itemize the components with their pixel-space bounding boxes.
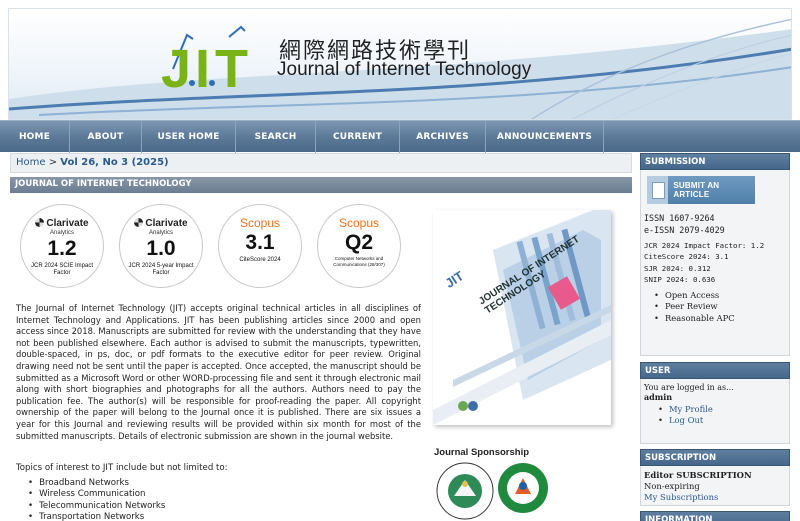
breadcrumb-separator: > [48,157,58,168]
journal-intro-text: The Journal of Internet Technology (JIT)… [16,303,421,441]
journal-cover-image[interactable]: JIT JOURNAL OF INTERNET TECHNOLOGY [433,210,611,425]
list-item: Transportation Networks [28,512,165,521]
user-heading: USER [640,362,790,379]
feature-reasonable-apc: Reasonable APC [654,313,786,324]
subscription-heading: SUBSCRIPTION [640,449,790,466]
metric-citescore: CiteScore 2024: 3.1 [644,252,729,262]
badge-jcr-5year-impact-factor: Clarivate Analytics 1.0 JCR 2024 5-year … [119,204,203,288]
subscription-block: Editor SUBSCRIPTION Non-expiring My Subs… [640,466,790,506]
submission-block: SUBMIT AN ARTICLE ISSN 1607-9264 e-ISSN … [640,170,790,356]
document-icon [647,176,669,204]
svg-text:I: I [195,39,210,93]
metric-badges: Clarivate Analytics 1.2 JCR 2024 SCIE Im… [20,204,420,294]
clarivate-logo-icon [35,218,45,227]
badge-caption: CiteScore 2024 [239,257,281,263]
badge-brand-sub: Analytics [148,230,173,236]
nav-user-home[interactable]: USER HOME [142,121,236,153]
submit-article-button[interactable]: SUBMIT AN ARTICLE [647,176,755,204]
sponsorship-heading: Journal Sponsorship [434,447,530,458]
information-heading: INFORMATION [640,511,790,521]
nav-search[interactable]: SEARCH [236,121,316,153]
nav-home[interactable]: HOME [0,121,70,153]
breadcrumb-current[interactable]: Vol 26, No 3 (2025) [60,157,168,168]
list-item: Telecommunication Networks [28,501,165,512]
feature-peer-review: Peer Review [654,301,786,312]
badge-caption: Computer Networks and Communications (28… [333,256,385,267]
feature-open-access: Open Access [654,290,786,301]
my-subscriptions-link[interactable]: My Subscriptions [644,492,718,502]
issn: ISSN 1607-9264 [644,213,715,223]
log-out-link[interactable]: Log Out [669,415,703,425]
badge-value: 1.2 [47,237,77,260]
sidebar: SUBMISSION SUBMIT AN ARTICLE ISSN 1607-9… [640,153,790,521]
svg-text:T: T [215,39,248,93]
list-item: Broadband Networks [28,478,165,489]
svg-text:J: J [161,39,191,93]
badge-caption: JCR 2024 5-year Impact Factor [128,263,194,277]
features-list: Open Access Peer Review Reasonable APC [654,290,786,324]
submission-heading: SUBMISSION [640,153,790,170]
section-title-bar: JOURNAL OF INTERNET TECHNOLOGY [10,177,632,193]
main-navigation: HOME ABOUT USER HOME SEARCH CURRENT ARCH… [0,120,800,153]
nav-current[interactable]: CURRENT [316,121,400,153]
badge-brand-sub: Analytics [49,230,74,236]
submit-article-label: SUBMIT AN ARTICLE [673,181,720,199]
metrics-list: JCR 2024 Impact Factor: 1.2 CiteScore 20… [644,240,786,285]
topics-list: Broadband Networks Wireless Communicatio… [28,478,165,521]
my-profile-link[interactable]: My Profile [669,404,713,414]
badge-brand: Scopus [239,216,281,230]
jit-logo: J I T [161,25,248,93]
badge-value: Q2 [344,231,373,254]
metric-sjr: SJR 2024: 0.312 [644,263,711,273]
breadcrumb-home-link[interactable]: Home [16,157,46,168]
nav-about[interactable]: ABOUT [70,121,142,153]
badge-jcr-impact-factor: Clarivate Analytics 1.2 JCR 2024 SCIE Im… [20,204,104,288]
nav-archives[interactable]: ARCHIVES [400,121,486,153]
username: admin [644,392,673,402]
journal-title-english: Journal of Internet Technology [277,59,532,80]
nav-announcements[interactable]: ANNOUNCEMENTS [486,121,604,153]
logged-in-label: You are logged in as... [644,383,734,392]
badge-caption: JCR 2024 SCIE Impact Factor [30,263,94,277]
user-links: My Profile Log Out [658,404,786,427]
badge-citescore: Scopus 3.1 CiteScore 2024 [218,204,302,288]
metric-snip: SNIP 2024: 0.636 [644,274,716,284]
user-block: You are logged in as... admin My Profile… [640,379,790,444]
badge-brand: Scopus [338,216,380,230]
breadcrumb: Home > Vol 26, No 3 (2025) [10,153,632,173]
badge-value: 3.1 [245,231,275,254]
badge-value: 1.0 [146,237,176,260]
site-banner: J I T 網際網路技術學刊 Journal of Internet Techn… [8,8,792,120]
list-item: Wireless Communication [28,489,165,500]
badge-brand: Clarivate [145,218,188,229]
university-seal-icon [498,463,548,513]
badge-scopus-quartile: Scopus Q2 Computer Networks and Communic… [317,204,401,288]
clarivate-logo-icon [134,218,144,227]
subscription-status: Non-expiring [644,481,700,491]
subscription-title: Editor SUBSCRIPTION [644,470,752,480]
eissn: e-ISSN 2079-4029 [644,225,725,235]
metric-jcr: JCR 2024 Impact Factor: 1.2 [644,241,765,250]
topics-heading: Topics of interest to JIT include but no… [16,463,228,473]
badge-brand: Clarivate [46,218,89,229]
ministry-of-education-seal-icon [436,462,494,520]
